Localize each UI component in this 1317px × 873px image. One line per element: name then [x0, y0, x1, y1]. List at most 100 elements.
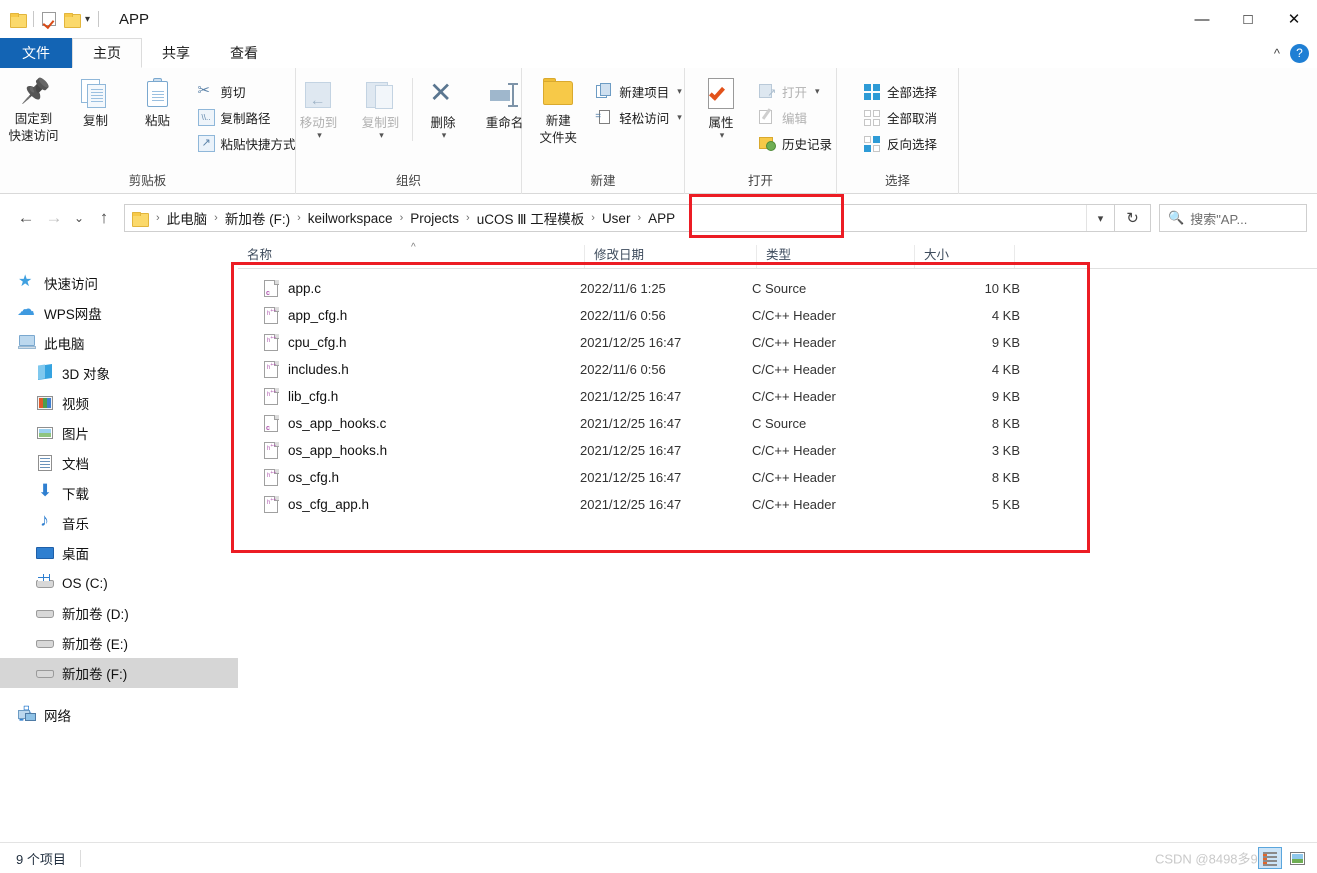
details-view-button[interactable] — [1258, 847, 1282, 869]
chevron-down-icon[interactable]: ▾ — [677, 86, 682, 97]
breadcrumb-item-user[interactable]: User — [598, 211, 635, 226]
copy-to-button[interactable]: 复制到 ▾ — [350, 78, 412, 141]
ribbon-group-title: 组织 — [395, 174, 421, 188]
sidebar-item-pictures[interactable]: 图片 — [0, 418, 238, 448]
new-folder-quick-icon[interactable] — [64, 12, 81, 28]
table-row[interactable]: c app.c 2022/11/6 1:25 C Source 10 KB — [238, 275, 1317, 302]
breadcrumb-item-this-pc[interactable]: 此电脑 — [163, 208, 212, 228]
delete-button[interactable]: 删除 ▾ — [411, 76, 474, 141]
breadcrumb-item-app[interactable]: APP — [644, 211, 679, 226]
drive-icon — [36, 634, 54, 652]
table-row[interactable]: c os_app_hooks.c 2021/12/25 16:47 C Sour… — [238, 410, 1317, 437]
sidebar-item-os-c[interactable]: OS (C:) — [0, 568, 238, 598]
sidebar-item-documents[interactable]: 文档 — [0, 448, 238, 478]
file-date: 2021/12/25 16:47 — [580, 497, 682, 512]
sidebar-item-quick-access[interactable]: 快速访问 — [0, 268, 238, 298]
help-icon[interactable]: ? — [1290, 43, 1309, 63]
close-button[interactable]: ✕ — [1271, 0, 1317, 38]
easy-access-button[interactable]: 轻松访问 ▾ — [591, 104, 687, 130]
select-all-button[interactable]: 全部选择 — [859, 78, 942, 104]
breadcrumb-item-ucos-template[interactable]: uCOS Ⅲ 工程模板 — [473, 208, 589, 228]
new-folder-button[interactable]: 新建 文件夹 — [527, 76, 589, 147]
sidebar-item-drive-d[interactable]: 新加卷 (D:) — [0, 598, 238, 628]
chevron-down-icon[interactable]: ▾ — [815, 86, 820, 97]
properties-quick-icon[interactable] — [42, 12, 56, 26]
sidebar-item-drive-e[interactable]: 新加卷 (E:) — [0, 628, 238, 658]
chevron-down-icon[interactable]: ▾ — [720, 130, 725, 141]
sidebar-item-this-pc[interactable]: 此电脑 — [0, 328, 238, 358]
file-size: 4 KB — [991, 362, 1020, 377]
file-name-cell: h++ lib_cfg.h — [238, 387, 580, 406]
search-box[interactable]: 🔍 搜索"AP... — [1159, 204, 1307, 232]
edit-button[interactable]: 编辑 — [754, 104, 837, 130]
chevron-down-icon[interactable]: ▾ — [677, 112, 682, 123]
minimize-button[interactable]: — — [1179, 0, 1225, 38]
move-to-icon: ← — [302, 80, 336, 112]
chevron-up-icon[interactable]: ^ — [1274, 46, 1280, 61]
table-row[interactable]: h++ cpu_cfg.h 2021/12/25 16:47 C/C++ Hea… — [238, 329, 1317, 356]
sidebar-item-desktop[interactable]: 桌面 — [0, 538, 238, 568]
tab-home[interactable]: 主页 — [72, 38, 142, 68]
recent-locations-button[interactable]: ⌄ — [68, 204, 90, 232]
tab-share[interactable]: 共享 — [142, 38, 210, 68]
column-header-date[interactable]: 修改日期 — [584, 245, 756, 268]
navigation-pane[interactable]: 快速访问 WPS网盘 此电脑 3D 对象 视频 图片 文档 下载 — [0, 246, 238, 842]
breadcrumb-item-drive-f[interactable]: 新加卷 (F:) — [221, 208, 294, 228]
table-row[interactable]: h++ os_cfg_app.h 2021/12/25 16:47 C/C++ … — [238, 491, 1317, 518]
properties-button[interactable]: 属性 ▾ — [690, 76, 752, 141]
invert-selection-button[interactable]: 反向选择 — [859, 130, 942, 156]
table-row[interactable]: h++ os_app_hooks.h 2021/12/25 16:47 C/C+… — [238, 437, 1317, 464]
open-button[interactable]: ↗ 打开 ▾ — [754, 78, 837, 104]
column-header-blank[interactable] — [1014, 245, 1317, 268]
large-icons-view-button[interactable] — [1285, 847, 1309, 869]
select-none-button[interactable]: 全部取消 — [859, 104, 942, 130]
column-header-type[interactable]: 类型 — [756, 245, 914, 268]
new-item-button[interactable]: 新建项目 ▾ — [591, 78, 687, 104]
file-size: 9 KB — [991, 389, 1020, 404]
history-button[interactable]: 历史记录 — [754, 130, 837, 156]
column-header-name[interactable]: ^ 名称 — [238, 242, 584, 268]
back-button[interactable]: ← — [12, 204, 40, 232]
pin-to-quick-access-button[interactable]: 固定到 快速访问 — [3, 76, 65, 145]
breadcrumb-item-keilworkspace[interactable]: keilworkspace — [304, 211, 397, 226]
sidebar-item-music[interactable]: 音乐 — [0, 508, 238, 538]
copy-button[interactable]: 复制 — [65, 76, 127, 130]
chevron-down-icon[interactable]: ▾ — [379, 130, 384, 141]
file-list[interactable]: c app.c 2022/11/6 1:25 C Source 10 KB h+… — [238, 275, 1317, 835]
sidebar-item-3d-objects[interactable]: 3D 对象 — [0, 358, 238, 388]
c-source-file-icon: c — [264, 414, 279, 433]
table-row[interactable]: h++ os_cfg.h 2021/12/25 16:47 C/C++ Head… — [238, 464, 1317, 491]
table-row[interactable]: h++ lib_cfg.h 2021/12/25 16:47 C/C++ Hea… — [238, 383, 1317, 410]
chevron-down-icon[interactable]: ▾ — [317, 130, 322, 141]
file-type: C/C++ Header — [752, 362, 836, 377]
sidebar-item-wps-cloud[interactable]: WPS网盘 — [0, 298, 238, 328]
sidebar-item-network[interactable]: 网络 — [0, 700, 238, 730]
sidebar-item-videos[interactable]: 视频 — [0, 388, 238, 418]
breadcrumb-item-projects[interactable]: Projects — [406, 211, 463, 226]
sidebar-item-downloads[interactable]: 下载 — [0, 478, 238, 508]
chevron-down-icon[interactable]: ▾ — [442, 130, 447, 141]
folder-icon — [132, 211, 149, 227]
file-type: C/C++ Header — [752, 389, 836, 404]
table-row[interactable]: h++ app_cfg.h 2022/11/6 0:56 C/C++ Heade… — [238, 302, 1317, 329]
maximize-button[interactable]: □ — [1225, 0, 1271, 38]
move-to-button[interactable]: ← 移动到 ▾ — [288, 78, 350, 141]
table-row[interactable]: h++ includes.h 2022/11/6 0:56 C/C++ Head… — [238, 356, 1317, 383]
breadcrumb[interactable]: › 此电脑 › 新加卷 (F:) › keilworkspace › Proje… — [124, 204, 1115, 232]
tab-file[interactable]: 文件 — [0, 38, 72, 68]
paste-button[interactable]: 粘贴 — [127, 76, 189, 130]
up-button[interactable]: ↑ — [90, 204, 118, 232]
sidebar-item-label: 此电脑 — [44, 337, 85, 352]
scissors-icon — [198, 81, 215, 100]
large-icons-view-icon — [1289, 851, 1305, 865]
tab-view[interactable]: 查看 — [210, 38, 278, 68]
refresh-icon[interactable]: ↻ — [1115, 204, 1151, 232]
column-header-size[interactable]: 大小 — [914, 245, 1014, 268]
ribbon: 固定到 快速访问 复制 粘贴 剪切 \\.. — [0, 68, 1317, 194]
chevron-down-icon[interactable]: ▾ — [85, 14, 90, 25]
sidebar-item-drive-f[interactable]: 新加卷 (F:) — [0, 658, 238, 688]
chevron-down-icon[interactable]: ▾ — [1086, 205, 1114, 231]
forward-button[interactable]: → — [40, 204, 68, 232]
file-name-cell: h++ os_cfg_app.h — [238, 495, 580, 514]
